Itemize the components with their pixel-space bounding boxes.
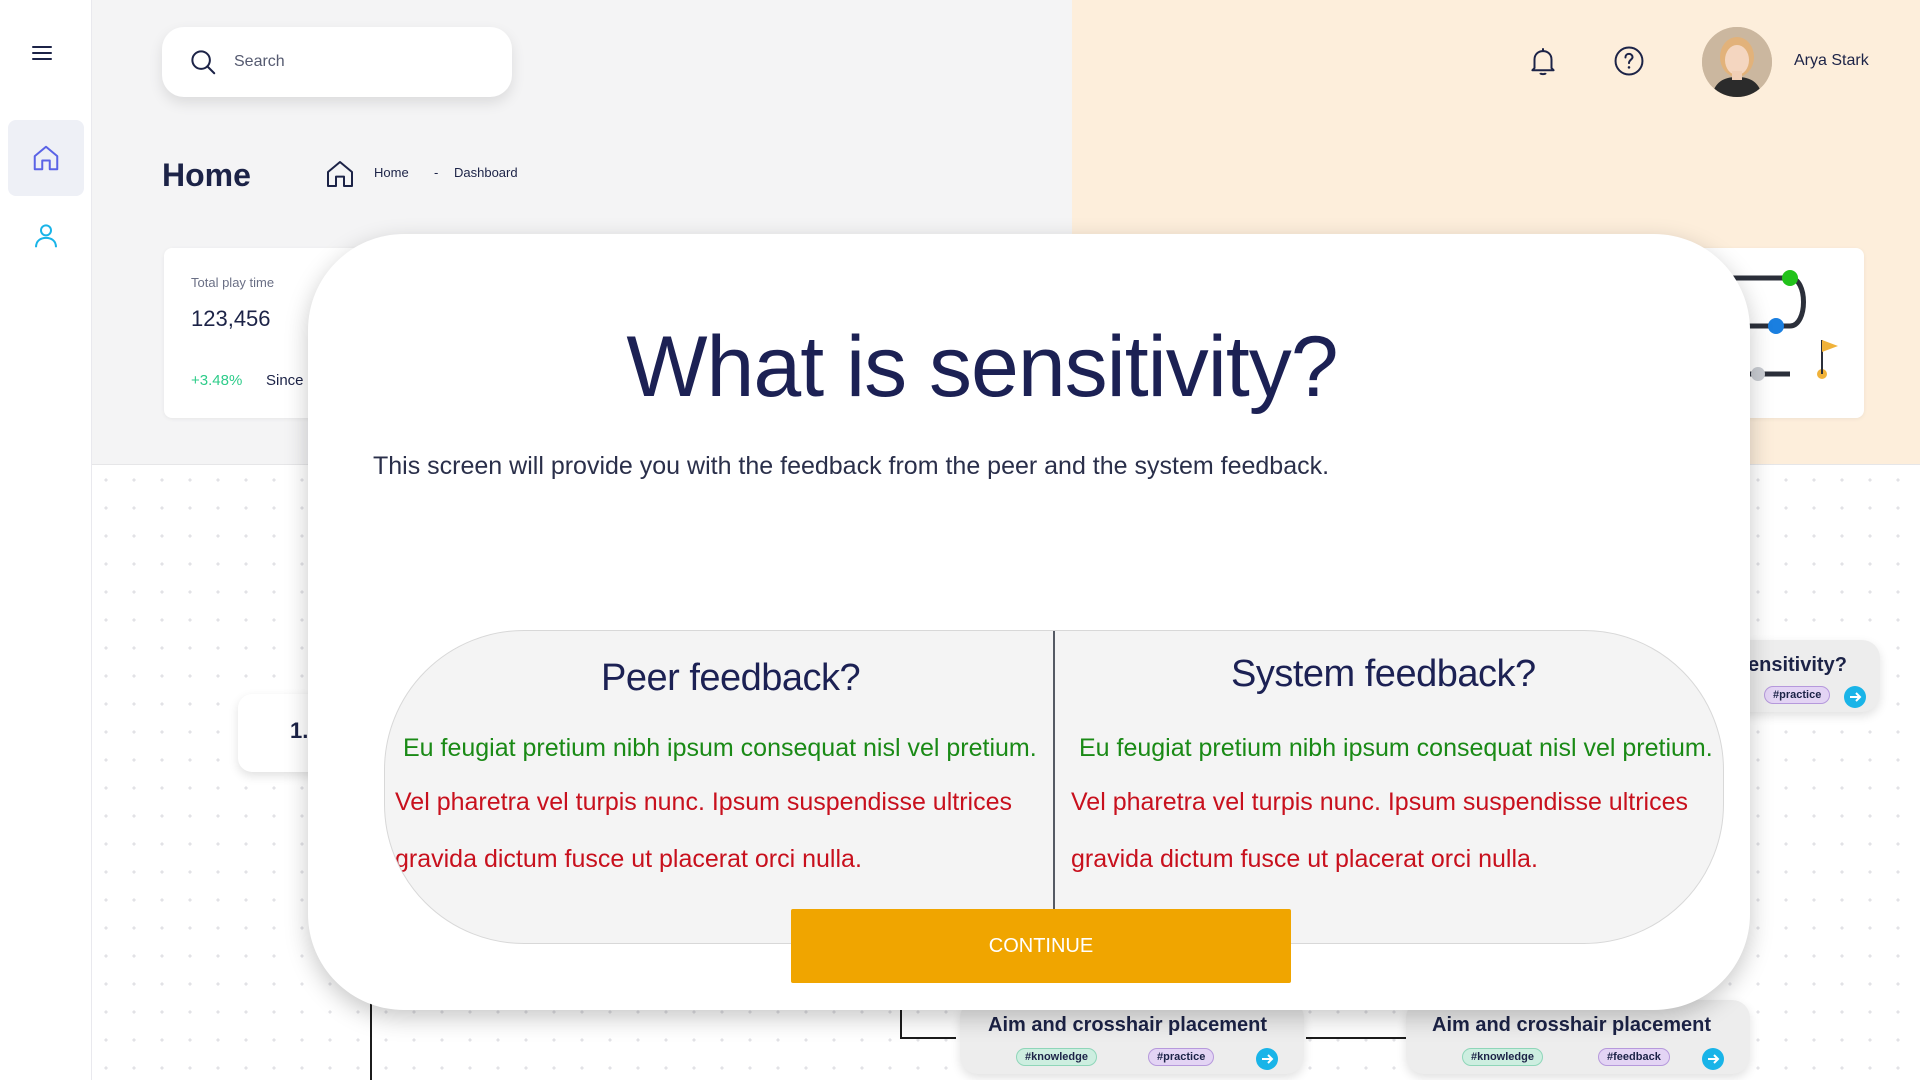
search-bar[interactable] bbox=[162, 27, 512, 97]
breadcrumb-home-icon[interactable] bbox=[324, 158, 356, 190]
panel-divider bbox=[1053, 631, 1055, 943]
feedback-modal: What is sensitivity? This screen will pr… bbox=[308, 234, 1750, 1010]
user-icon bbox=[35, 224, 57, 248]
hamburger-menu-icon[interactable] bbox=[32, 46, 52, 62]
roadmap-topic-card[interactable]: Aim and crosshair placement #knowledge #… bbox=[960, 1000, 1304, 1074]
search-icon bbox=[191, 50, 216, 75]
sidebar-item-home[interactable] bbox=[8, 120, 84, 196]
sidebar-item-profile[interactable] bbox=[8, 198, 84, 274]
peer-feedback-heading: Peer feedback? bbox=[601, 657, 861, 699]
page-title: Home bbox=[162, 157, 251, 193]
feedback-panels: Peer feedback? Eu feugiat pretium nibh i… bbox=[384, 630, 1724, 944]
tag-feedback: #feedback bbox=[1598, 1048, 1670, 1066]
user-name: Arya Stark bbox=[1794, 52, 1869, 69]
tag-practice: #practice bbox=[1148, 1048, 1215, 1066]
breadcrumb-home[interactable]: Home bbox=[374, 165, 409, 180]
continue-button[interactable]: CONTINUE bbox=[791, 909, 1291, 983]
breadcrumb-separator: - bbox=[434, 165, 439, 180]
stat-since: Since bbox=[266, 372, 304, 389]
connector-line bbox=[900, 1037, 956, 1039]
system-feedback-positive: Eu feugiat pretium nibh ipsum consequat … bbox=[1079, 734, 1713, 762]
sidebar bbox=[0, 0, 92, 1080]
topic-title: Aim and crosshair placement bbox=[1432, 1014, 1711, 1036]
arrow-right-icon[interactable] bbox=[1844, 686, 1866, 708]
system-feedback-heading: System feedback? bbox=[1231, 653, 1536, 695]
stat-label: Total play time bbox=[191, 275, 275, 290]
tag-knowledge: #knowledge bbox=[1462, 1048, 1543, 1066]
tag-knowledge: #knowledge bbox=[1016, 1048, 1097, 1066]
breadcrumb-dashboard[interactable]: Dashboard bbox=[454, 165, 518, 180]
system-feedback-negative: gravida dictum fusce ut placerat orci nu… bbox=[1071, 845, 1538, 873]
step-number: 1. bbox=[290, 718, 309, 743]
bell-icon[interactable] bbox=[1526, 44, 1560, 78]
peer-feedback-negative: gravida dictum fusce ut placerat orci nu… bbox=[395, 845, 862, 873]
modal-subtitle: This screen will provide you with the fe… bbox=[373, 452, 1330, 480]
stat-change: +3.48% bbox=[191, 372, 243, 389]
stat-value: 123,456 bbox=[191, 306, 271, 331]
connector-line bbox=[1306, 1037, 1406, 1039]
connector-line bbox=[900, 1010, 902, 1038]
tag-practice: #practice bbox=[1764, 686, 1831, 704]
topic-title: Aim and crosshair placement bbox=[988, 1014, 1267, 1036]
topic-title: ensitivity? bbox=[1748, 654, 1847, 676]
peer-feedback-negative: Vel pharetra vel turpis nunc. Ipsum susp… bbox=[395, 788, 1012, 816]
arrow-right-icon[interactable] bbox=[1702, 1048, 1724, 1070]
peer-feedback-positive: Eu feugiat pretium nibh ipsum consequat … bbox=[403, 734, 1037, 762]
system-feedback-negative: Vel pharetra vel turpis nunc. Ipsum susp… bbox=[1071, 788, 1688, 816]
home-icon bbox=[33, 145, 59, 171]
roadmap-topic-card[interactable]: Aim and crosshair placement #knowledge #… bbox=[1406, 1000, 1750, 1074]
arrow-right-icon[interactable] bbox=[1256, 1048, 1278, 1070]
modal-title: What is sensitivity? bbox=[626, 319, 1338, 415]
search-input[interactable] bbox=[234, 53, 494, 71]
avatar[interactable] bbox=[1702, 27, 1772, 97]
help-circle-icon[interactable] bbox=[1612, 44, 1646, 78]
